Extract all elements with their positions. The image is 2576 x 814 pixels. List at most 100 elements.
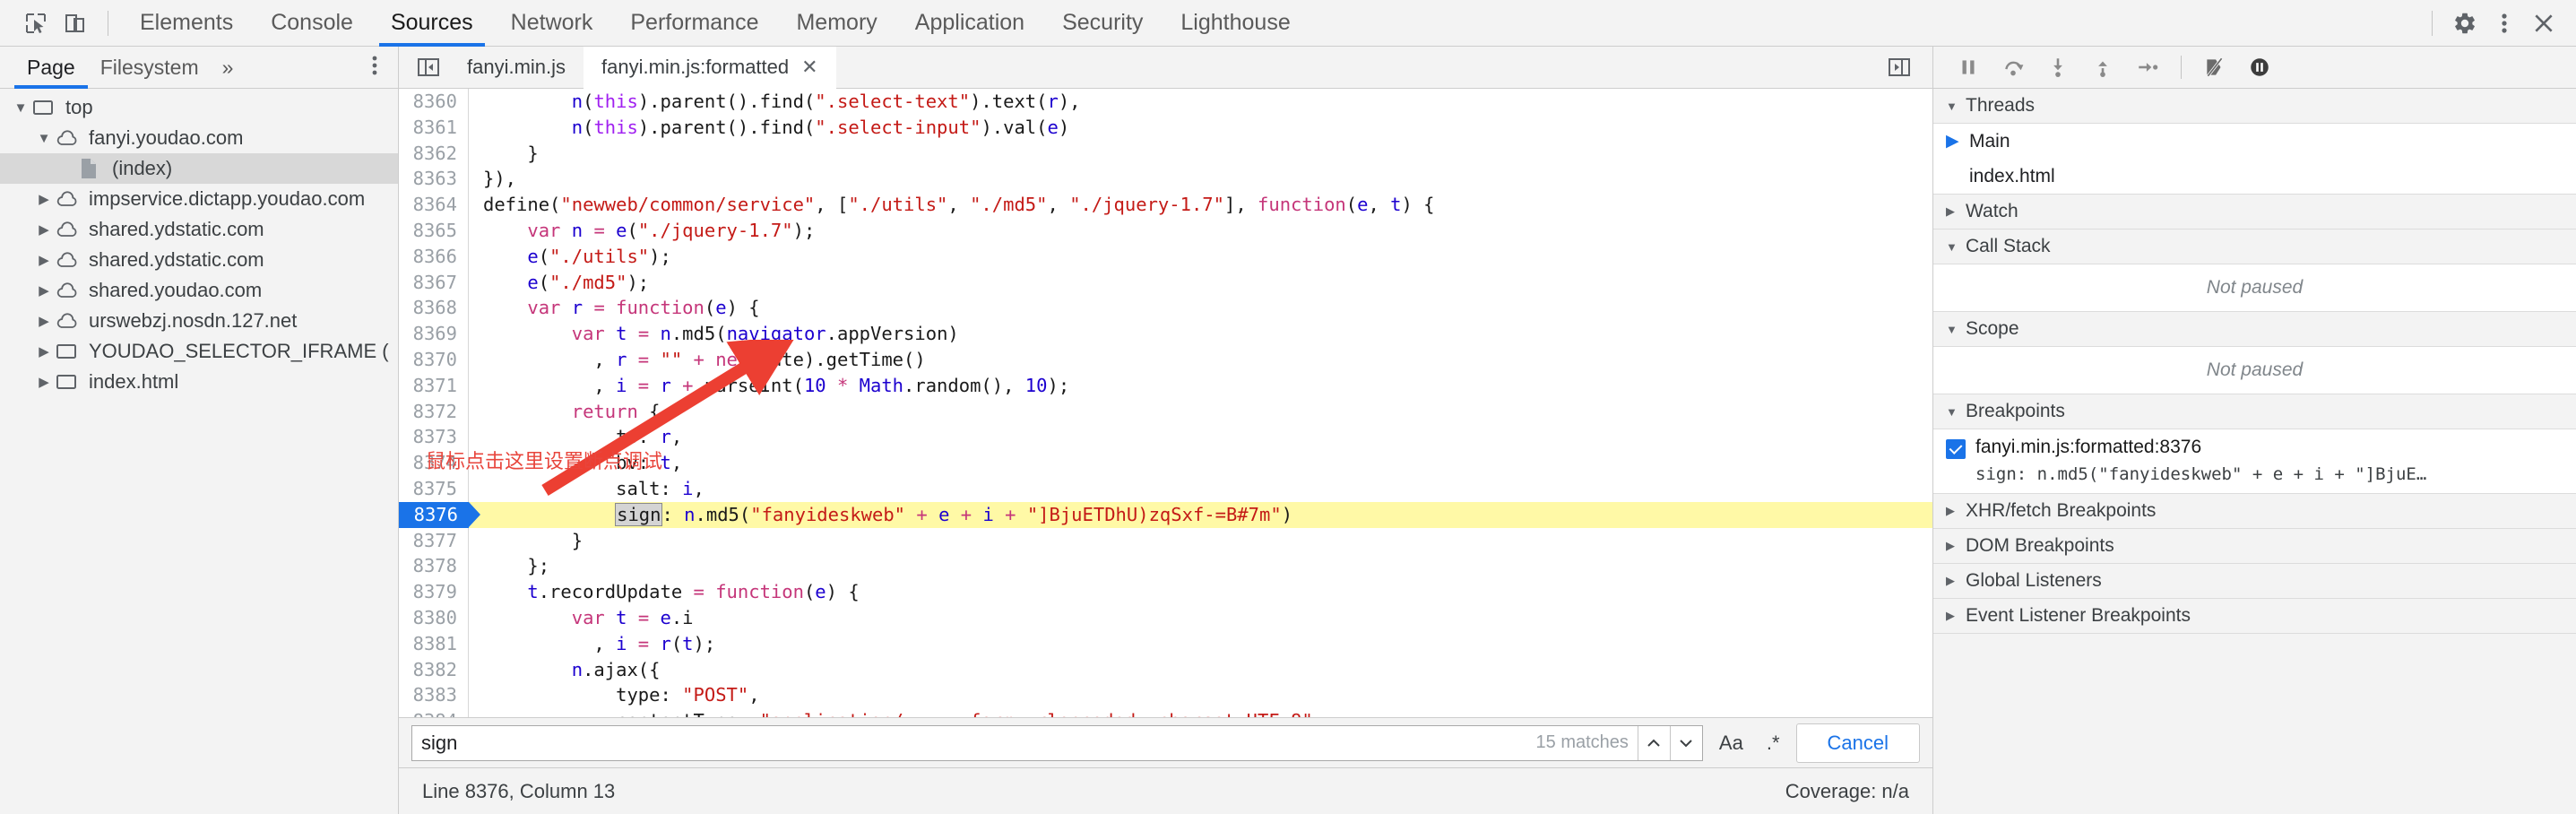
tree-item[interactable]: ▶ urswebzj.nosdn.127.net (0, 306, 398, 336)
chevron-down-icon[interactable]: ▼ (9, 100, 32, 116)
code-line-text[interactable]: , i = r(t); (469, 631, 715, 657)
tree-item[interactable]: ▶ impservice.dictapp.youdao.com (0, 184, 398, 214)
line-number[interactable]: 8379 (399, 579, 469, 605)
code-line-text[interactable]: var t = e.i (469, 605, 694, 631)
tree-item[interactable]: ▼ top (0, 92, 398, 123)
code-line[interactable]: 8383 type: "POST", (399, 682, 1932, 709)
code-line[interactable]: 8362 } (399, 140, 1932, 167)
line-number[interactable]: 8373 (399, 424, 469, 451)
code-line[interactable]: 8368 var r = function(e) { (399, 295, 1932, 322)
gear-icon[interactable] (2445, 5, 2485, 41)
show-debugger-icon[interactable] (1879, 55, 1920, 80)
code-line[interactable]: 8377 } (399, 527, 1932, 554)
line-number[interactable]: 8367 (399, 269, 469, 296)
line-number[interactable]: 8377 (399, 527, 469, 554)
code-line-breakpoint[interactable]: 8376 sign: n.md5("fanyideskweb" + e + i … (399, 501, 1932, 528)
chevron-right-icon[interactable]: ▶ (32, 191, 56, 207)
navigator-more-options-icon[interactable] (351, 54, 398, 82)
code-line-text[interactable]: n(this).parent().find(".select-input").v… (469, 115, 1069, 141)
code-line[interactable]: 8364 define("newweb/common/service", ["./… (399, 192, 1932, 218)
tab-console[interactable]: Console (252, 0, 372, 47)
line-number[interactable]: 8381 (399, 630, 469, 657)
code-line-text[interactable]: e("./md5"); (469, 270, 649, 296)
breakpoint-checkbox[interactable] (1946, 439, 1966, 459)
code-line-text[interactable]: n.ajax({ (469, 657, 661, 683)
kebab-menu-icon[interactable] (2485, 5, 2524, 41)
tab-network[interactable]: Network (492, 0, 612, 47)
code-line[interactable]: 8369 var t = n.md5(navigator.appVersion) (399, 321, 1932, 347)
cancel-button[interactable]: Cancel (1795, 723, 1920, 763)
chevron-right-icon[interactable]: ▶ (32, 252, 56, 268)
code-line-text[interactable]: return { (469, 399, 661, 425)
navigator-more-tabs-icon[interactable]: » (212, 56, 243, 80)
section-global-listeners[interactable]: ▶ Global Listeners (1933, 564, 2576, 599)
line-number[interactable]: 8384 (399, 708, 469, 717)
step-out-icon[interactable] (2082, 49, 2123, 85)
line-number[interactable]: 8372 (399, 398, 469, 425)
line-number[interactable]: 8371 (399, 372, 469, 399)
tree-item[interactable]: ▶ shared.ydstatic.com (0, 245, 398, 275)
step-icon[interactable] (2127, 49, 2168, 85)
chevron-right-icon[interactable]: ▶ (32, 282, 56, 299)
section-call-stack[interactable]: ▼ Call Stack (1933, 229, 2576, 264)
code-line[interactable]: 8375 salt: i, (399, 475, 1932, 502)
code-line-text[interactable]: contentType: "application/x-www-form-url… (469, 708, 1324, 717)
deactivate-breakpoints-icon[interactable] (2194, 49, 2235, 85)
chevron-right-icon[interactable]: ▶ (32, 221, 56, 238)
line-number[interactable]: 8382 (399, 656, 469, 683)
tree-item[interactable]: ▶ YOUDAO_SELECTOR_IFRAME ( (0, 336, 398, 367)
tab-lighthouse[interactable]: Lighthouse (1162, 0, 1309, 47)
tree-item[interactable]: ▼ fanyi.youdao.com (0, 123, 398, 153)
regex-toggle[interactable]: .* (1759, 732, 1787, 755)
section-watch[interactable]: ▶ Watch (1933, 195, 2576, 229)
line-number[interactable]: 8365 (399, 217, 469, 244)
line-number[interactable]: 8363 (399, 166, 469, 193)
code-line-text[interactable]: }; (469, 553, 549, 579)
chevron-right-icon[interactable]: ▶ (32, 343, 56, 359)
code-line-text[interactable]: } (469, 141, 538, 167)
code-line-text[interactable]: } (469, 528, 583, 554)
code-line[interactable]: 8366 e("./utils"); (399, 243, 1932, 270)
code-line[interactable]: 8378 }; (399, 553, 1932, 580)
code-line[interactable]: 8361 n(this).parent().find(".select-inpu… (399, 114, 1932, 141)
tab-sources[interactable]: Sources (372, 0, 492, 47)
code-line[interactable]: 8379 t.recordUpdate = function(e) { (399, 579, 1932, 605)
search-prev-icon[interactable] (1637, 725, 1670, 760)
line-number[interactable]: 8383 (399, 682, 469, 709)
chevron-right-icon[interactable]: ▶ (32, 374, 56, 390)
code-lines[interactable]: 8360 n(this).parent().find(".select-text… (399, 89, 1932, 717)
search-field[interactable]: sign 15 matches (411, 724, 1703, 761)
code-line[interactable]: 8384 contentType: "application/x-www-for… (399, 708, 1932, 717)
tree-item[interactable]: ▶ index.html (0, 367, 398, 397)
code-line[interactable]: 8371 , i = r + parseInt(10 * Math.random… (399, 372, 1932, 399)
section-scope[interactable]: ▼ Scope (1933, 312, 2576, 347)
code-line[interactable]: 8374 bv: t, (399, 450, 1932, 476)
tree-item[interactable]: ▶ shared.ydstatic.com (0, 214, 398, 245)
code-line[interactable]: 8381 , i = r(t); (399, 630, 1932, 657)
section-threads[interactable]: ▼ Threads (1933, 89, 2576, 124)
code-line-text[interactable]: e("./utils"); (469, 244, 670, 270)
line-number[interactable]: 8360 (399, 89, 469, 115)
step-into-icon[interactable] (2037, 49, 2079, 85)
code-line[interactable]: 8367 e("./md5"); (399, 269, 1932, 296)
line-number[interactable]: 8380 (399, 604, 469, 631)
tree-item[interactable]: (index) (0, 153, 398, 184)
tab-elements[interactable]: Elements (121, 0, 252, 47)
line-number[interactable]: 8361 (399, 114, 469, 141)
tab-performance[interactable]: Performance (611, 0, 777, 47)
search-input[interactable]: sign (421, 732, 1536, 755)
line-number[interactable]: 8375 (399, 475, 469, 502)
code-line-text[interactable]: ts: r, (469, 424, 682, 450)
line-number[interactable]: 8369 (399, 321, 469, 347)
tree-item[interactable]: ▶ shared.youdao.com (0, 275, 398, 306)
editor-tab-fanyi-min-js[interactable]: fanyi.min.js (449, 47, 583, 89)
section-xhr-breakpoints[interactable]: ▶ XHR/fetch Breakpoints (1933, 494, 2576, 529)
close-icon[interactable] (2524, 5, 2563, 41)
pause-on-exceptions-icon[interactable] (2239, 49, 2280, 85)
show-navigator-icon[interactable] (408, 55, 449, 80)
code-line-text[interactable]: }), (469, 166, 516, 192)
code-line[interactable]: 8370 , r = "" + new Date).getTime() (399, 346, 1932, 373)
code-line-text[interactable]: var n = e("./jquery-1.7"); (469, 218, 815, 244)
code-line-text[interactable]: var t = n.md5(navigator.appVersion) (469, 321, 959, 347)
line-number[interactable]: 8378 (399, 553, 469, 580)
